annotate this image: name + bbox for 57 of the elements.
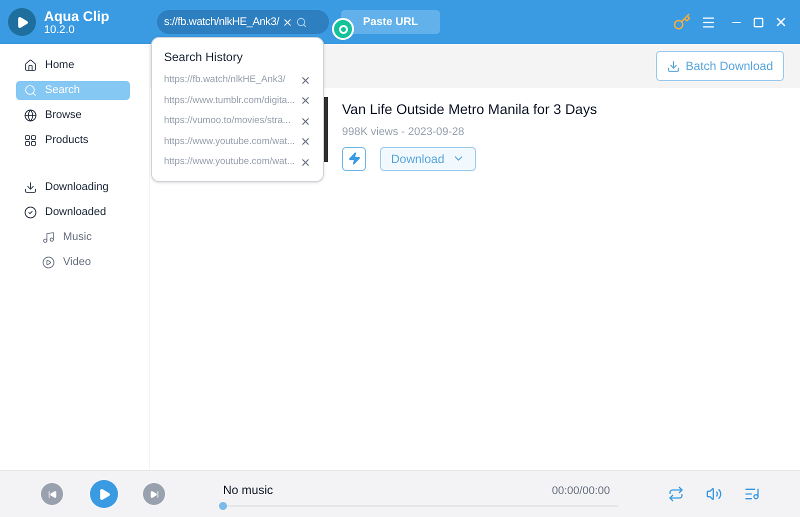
music-note-icon	[42, 231, 55, 244]
play-button[interactable]	[90, 480, 118, 508]
search-icon[interactable]	[296, 16, 308, 28]
remove-icon[interactable]	[300, 116, 311, 127]
play-icon	[98, 488, 110, 500]
history-item[interactable]: https://www.tumblr.com/digita...	[164, 94, 295, 108]
clear-icon[interactable]	[282, 16, 294, 28]
next-button[interactable]	[143, 483, 165, 505]
remove-icon[interactable]	[300, 136, 311, 148]
skip-forward-icon	[150, 490, 158, 498]
grid-icon	[24, 134, 37, 147]
check-circle-icon	[24, 206, 37, 219]
quick-download-button[interactable]	[342, 146, 366, 170]
volume-icon[interactable]	[706, 486, 722, 502]
download-icon	[666, 60, 680, 72]
search-icon	[24, 84, 37, 97]
video-title: Van Life Outside Metro Manila for 3 Days	[342, 100, 597, 119]
playback-time: 00:00/00:00	[552, 484, 610, 498]
skip-back-icon	[48, 490, 56, 498]
sidebar-item[interactable]: Downloaded	[16, 203, 130, 222]
video-meta: 998K views - 2023-09-28	[342, 125, 466, 140]
sidebar-item[interactable]: Downloading	[16, 178, 130, 197]
sidebar-item[interactable]: Music	[16, 228, 130, 247]
sidebar-item[interactable]: Search	[16, 81, 130, 100]
download-button[interactable]: Download	[380, 146, 476, 170]
history-item[interactable]: https://fb.watch/nlkHE_Ank3/	[164, 73, 286, 88]
previous-button[interactable]	[41, 483, 63, 505]
play-circle-icon	[42, 256, 55, 269]
history-item[interactable]: https://www.youtube.com/wat...	[164, 155, 295, 170]
sidebar-item[interactable]: Browse	[16, 106, 130, 125]
paste-url-button[interactable]: Paste URL	[341, 10, 440, 34]
remove-icon[interactable]	[300, 74, 311, 86]
playlist-icon[interactable]	[744, 486, 760, 502]
app-version: 10.2.0	[44, 24, 75, 36]
history-item[interactable]: https://vumoo.to/movies/stra...	[164, 114, 291, 128]
sidebar-item[interactable]: Products	[16, 131, 130, 150]
menu-icon[interactable]	[701, 14, 716, 30]
sidebar-item[interactable]: Home	[16, 56, 130, 75]
remove-icon[interactable]	[300, 156, 311, 168]
download-icon	[24, 181, 37, 194]
search-field[interactable]: s://fb.watch/nlkHE_Ank3/	[157, 10, 329, 34]
track-name: No music	[223, 482, 274, 499]
close-icon[interactable]	[774, 15, 788, 29]
remove-icon[interactable]	[300, 95, 311, 106]
popup-title: Search History	[164, 49, 244, 66]
app-name: Aqua Clip	[44, 8, 110, 22]
lightning-icon	[348, 152, 360, 165]
history-item[interactable]: https://www.youtube.com/wat...	[164, 134, 295, 149]
home-icon	[24, 59, 37, 72]
batch-download-button[interactable]: Batch Download	[656, 51, 784, 81]
globe-icon	[24, 109, 37, 122]
key-icon[interactable]	[673, 13, 691, 31]
maximize-icon[interactable]	[753, 16, 764, 28]
progress-thumb[interactable]	[219, 502, 227, 510]
app-logo-icon	[8, 8, 36, 36]
repeat-icon[interactable]	[668, 486, 684, 502]
sidebar-item[interactable]: Video	[16, 253, 130, 272]
